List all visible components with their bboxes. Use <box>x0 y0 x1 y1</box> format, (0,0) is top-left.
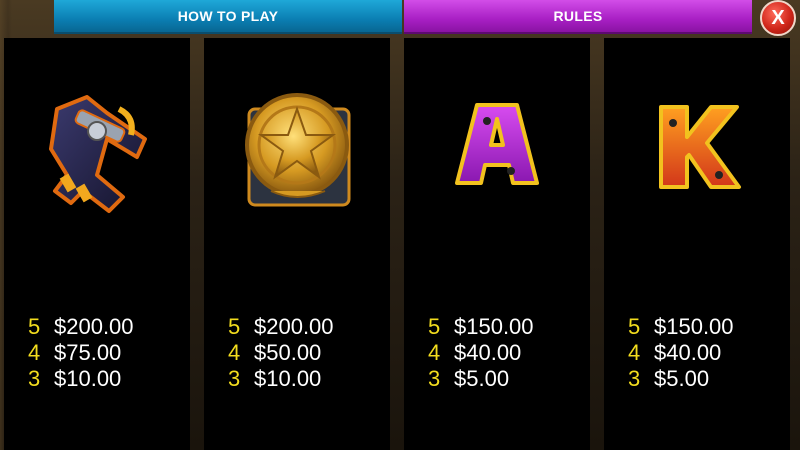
match-count: 4 <box>28 340 41 365</box>
match-count: 4 <box>228 340 241 365</box>
payout-amount: $200.00 <box>254 314 334 339</box>
paytable-panel: 5 $200.00 4 $50.00 3 $10.00 <box>204 38 390 450</box>
payout-row: 5 $200.00 <box>228 314 334 340</box>
payout-amount: $75.00 <box>54 340 122 365</box>
payout-amount: $40.00 <box>454 340 522 365</box>
tab-how-to-play[interactable]: HOW TO PLAY <box>54 0 402 34</box>
tab-rules[interactable]: RULES <box>404 0 752 34</box>
payout-amount: $5.00 <box>654 366 710 391</box>
payout-row: 3 $10.00 <box>28 366 134 392</box>
payout-amount: $5.00 <box>454 366 510 391</box>
payout-amount: $10.00 <box>54 366 122 391</box>
payout-list: 5 $200.00 4 $75.00 3 $10.00 <box>28 314 134 392</box>
payout-row: 5 $150.00 <box>428 314 534 340</box>
payout-amount: $200.00 <box>54 314 134 339</box>
tab-bar: HOW TO PLAY RULES <box>0 0 800 34</box>
payout-row: 3 $10.00 <box>228 366 334 392</box>
payout-row: 4 $40.00 <box>428 340 534 366</box>
match-count: 3 <box>28 366 41 391</box>
payout-row: 4 $40.00 <box>628 340 734 366</box>
match-count: 5 <box>28 314 41 339</box>
match-count: 3 <box>228 366 241 391</box>
letter-a-icon <box>404 74 590 224</box>
sheriff-badge-icon <box>204 74 390 224</box>
payout-row: 5 $150.00 <box>628 314 734 340</box>
payout-row: 5 $200.00 <box>28 314 134 340</box>
payout-list: 5 $150.00 4 $40.00 3 $5.00 <box>628 314 734 392</box>
match-count: 5 <box>228 314 241 339</box>
payout-row: 4 $50.00 <box>228 340 334 366</box>
payout-amount: $150.00 <box>654 314 734 339</box>
payout-amount: $150.00 <box>454 314 534 339</box>
payout-row: 3 $5.00 <box>428 366 534 392</box>
letter-k-icon <box>604 74 790 224</box>
paytable-panel: 5 $200.00 4 $75.00 3 $10.00 <box>4 38 190 450</box>
match-count: 5 <box>428 314 441 339</box>
payout-row: 4 $75.00 <box>28 340 134 366</box>
match-count: 3 <box>628 366 641 391</box>
payout-list: 5 $150.00 4 $40.00 3 $5.00 <box>428 314 534 392</box>
match-count: 5 <box>628 314 641 339</box>
holster-gun-icon <box>4 74 190 224</box>
payout-list: 5 $200.00 4 $50.00 3 $10.00 <box>228 314 334 392</box>
close-button[interactable]: X <box>760 0 796 36</box>
match-count: 4 <box>628 340 641 365</box>
payout-amount: $40.00 <box>654 340 722 365</box>
payout-amount: $10.00 <box>254 366 322 391</box>
match-count: 3 <box>428 366 441 391</box>
payout-amount: $50.00 <box>254 340 322 365</box>
match-count: 4 <box>428 340 441 365</box>
payout-row: 3 $5.00 <box>628 366 734 392</box>
paytable-panel: 5 $150.00 4 $40.00 3 $5.00 <box>404 38 590 450</box>
close-icon: X <box>771 6 785 29</box>
paytable-panel: 5 $150.00 4 $40.00 3 $5.00 <box>604 38 790 450</box>
